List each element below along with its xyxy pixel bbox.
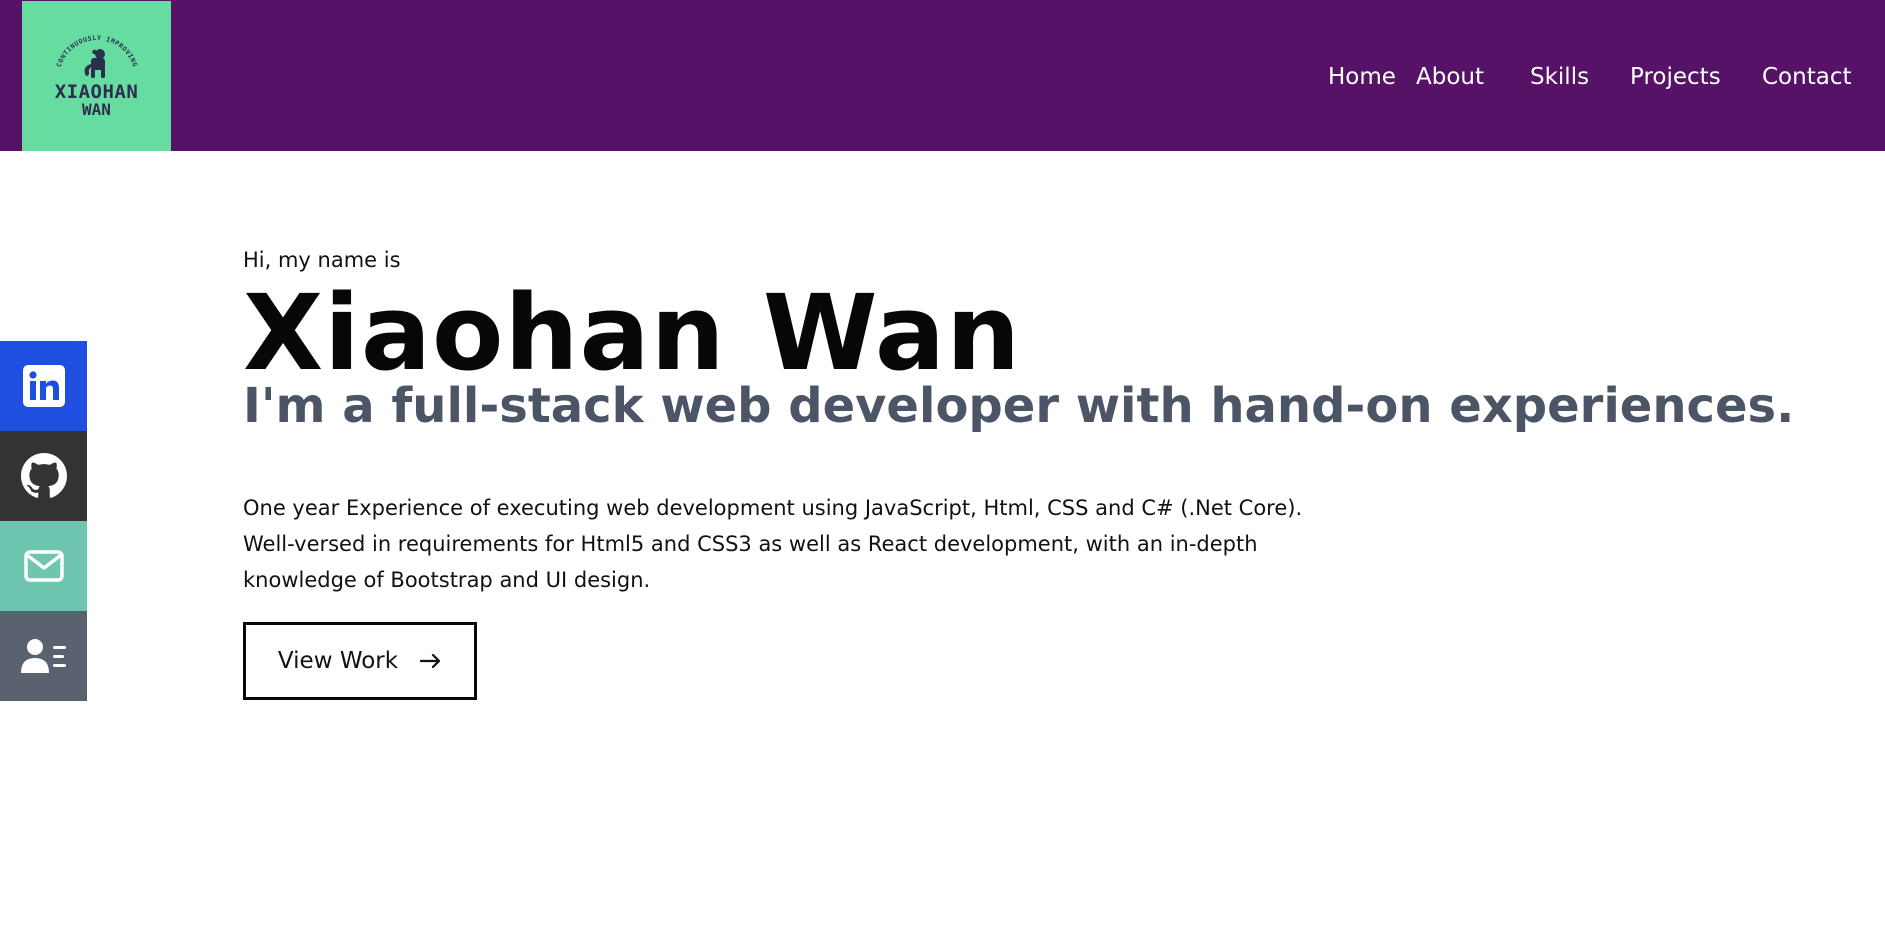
nav-projects[interactable]: Projects [1630, 62, 1721, 92]
social-sidebar [0, 341, 87, 701]
arrow-right-icon [419, 649, 442, 673]
description-line: Well-versed in requirements for Html5 an… [243, 532, 1258, 556]
nav-home[interactable]: Home [1328, 62, 1396, 92]
hero-description: One year Experience of executing web dev… [243, 490, 1323, 598]
github-button[interactable] [0, 431, 87, 521]
hero-name: Xiaohan Wan [243, 272, 1022, 394]
site-header: CONTINUOUSLY IMPROVING XIAOHAN WAN Home … [0, 0, 1885, 151]
linkedin-button[interactable] [0, 341, 87, 431]
github-icon [20, 453, 67, 498]
contact-card-icon [20, 639, 66, 673]
main-nav: Home About Skills Projects Contact [0, 62, 1885, 92]
view-work-label: View Work [277, 648, 399, 674]
description-line: knowledge of Bootstrap and UI design. [243, 568, 651, 592]
hero-tagline: I'm a full-stack web developer with hand… [243, 378, 1795, 434]
nav-contact[interactable]: Contact [1762, 62, 1851, 92]
resume-button[interactable] [0, 611, 87, 701]
linkedin-icon [22, 365, 65, 407]
view-work-button[interactable]: View Work [243, 622, 477, 700]
description-line: One year Experience of executing web dev… [243, 496, 1303, 520]
nav-skills[interactable]: Skills [1530, 62, 1589, 92]
hero-section: Hi, my name is Xiaohan Wan I'm a full-st… [243, 244, 1795, 700]
mail-icon [23, 550, 64, 582]
nav-about[interactable]: About [1416, 62, 1484, 92]
email-button[interactable] [0, 521, 87, 611]
logo-line-2: WAN [82, 100, 111, 119]
